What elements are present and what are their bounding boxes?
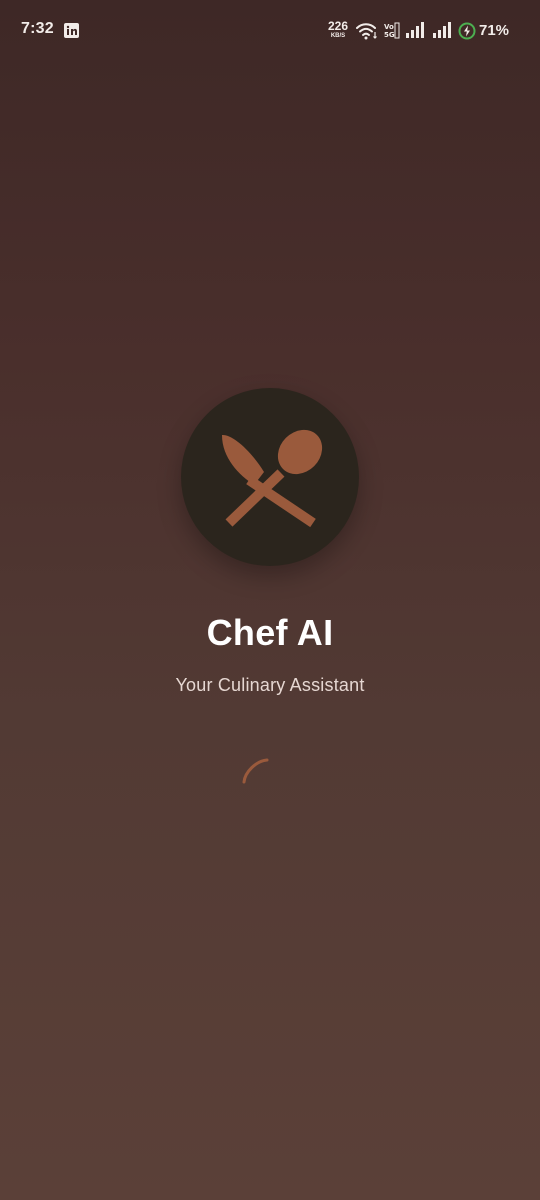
- network-speed-unit: KB/S: [330, 33, 346, 39]
- knife-and-spoon-icon: [222, 429, 323, 528]
- network-speed-value: 226: [327, 19, 349, 33]
- network-speed-indicator: 226 KB/S: [327, 20, 349, 39]
- app-subtitle: Your Culinary Assistant: [175, 675, 365, 695]
- svg-text:Vo: Vo: [384, 23, 394, 31]
- status-time: 7:32: [21, 20, 54, 37]
- app-title: Chef AI: [206, 612, 334, 653]
- battery-charging-icon: [458, 22, 476, 40]
- status-bar: 7:32 226 KB/S Vo 5G 71%: [0, 0, 540, 62]
- volte-icon: Vo 5G: [384, 22, 400, 40]
- signal-strength-icon-sim2: [432, 22, 452, 39]
- signal-strength-icon-sim1: [405, 22, 425, 39]
- wifi-icon: [356, 22, 378, 40]
- loading-spinner-icon: [240, 756, 272, 788]
- app-logo: [181, 388, 359, 566]
- linkedin-icon: [64, 23, 79, 38]
- battery-percent: 71%: [479, 22, 510, 39]
- svg-text:5G: 5G: [384, 31, 395, 39]
